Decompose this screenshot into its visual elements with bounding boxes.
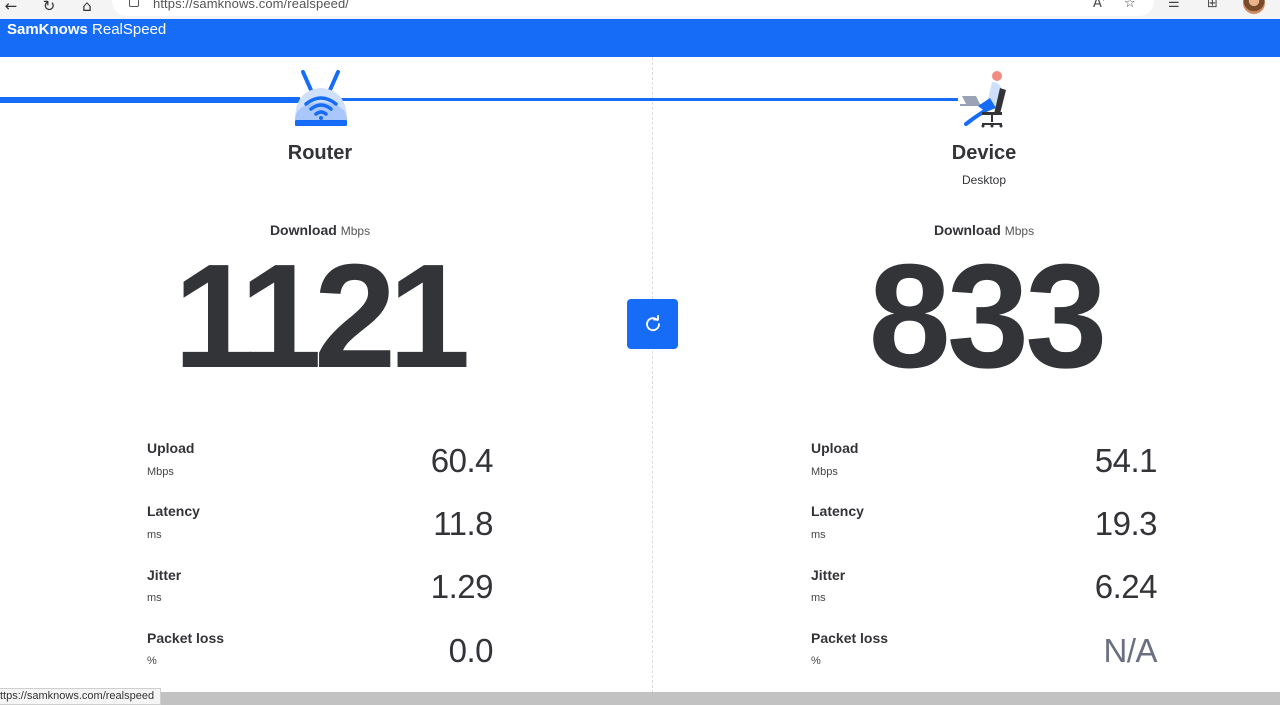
horizontal-scrollbar[interactable] <box>0 692 1280 705</box>
device-latency-label: Latency <box>811 503 864 519</box>
device-upload-label: Upload <box>811 440 859 456</box>
router-jitter-value: 1.29 <box>430 568 494 605</box>
router-latency-value: 11.8 <box>433 505 493 542</box>
brand-logo[interactable]: SamKnows RealSpeed <box>7 21 166 38</box>
router-latency-label: Latency <box>147 503 200 519</box>
rerun-test-button[interactable] <box>627 299 678 349</box>
router-title: Router <box>287 142 353 164</box>
router-jitter-label: Jitter <box>147 567 182 583</box>
device-icon <box>960 71 1006 128</box>
back-icon[interactable]: ← <box>0 0 22 16</box>
read-aloud-icon[interactable]: Aʼ <box>1093 0 1106 11</box>
device-title: Device <box>951 142 1017 164</box>
avatar[interactable] <box>1243 0 1265 14</box>
refresh-icon <box>645 315 660 332</box>
favorites-icon[interactable]: ☆ <box>1124 0 1136 11</box>
device-jitter-label: Jitter <box>811 567 846 583</box>
device-subtitle: Desktop <box>961 173 1007 187</box>
device-packet-loss-label: Packet loss <box>811 630 889 646</box>
device-jitter-value: 6.24 <box>1094 568 1158 605</box>
router-packet-loss-label: Packet loss <box>147 630 225 646</box>
device-latency-value: 19.3 <box>1094 505 1158 542</box>
url-text[interactable]: https://samknows.com/realspeed/ <box>153 0 349 11</box>
router-upload-unit: Mbps <box>147 466 174 478</box>
brand-name-light: RealSpeed <box>92 21 167 38</box>
collections-icon[interactable]: ☰ <box>1168 0 1180 11</box>
reload-icon[interactable]: ↻ <box>38 0 60 16</box>
column-divider <box>652 57 653 693</box>
device-upload-unit: Mbps <box>811 466 838 478</box>
router-download-value: 1121 <box>173 234 470 399</box>
router-jitter-unit: ms <box>147 592 162 604</box>
home-icon[interactable]: ⌂ <box>76 0 98 16</box>
brand-header: SamKnows RealSpeed <box>0 19 1280 57</box>
page-icon <box>129 0 139 7</box>
brand-name-bold: SamKnows <box>7 21 88 38</box>
router-upload-label: Upload <box>147 440 195 456</box>
router-icon <box>295 70 347 126</box>
browser-toolbar: ← ↻ ⌂ https://samknows.com/realspeed/ Aʼ… <box>0 0 1280 19</box>
device-latency-unit: ms <box>811 529 826 541</box>
status-bar-url: ttps://samknows.com/realspeed <box>0 688 162 705</box>
router-latency-unit: ms <box>147 529 162 541</box>
device-jitter-unit: ms <box>811 592 826 604</box>
device-download-value: 833 <box>868 234 1108 399</box>
router-upload-value: 60.4 <box>430 442 494 479</box>
router-packet-loss-value: 0.0 <box>448 632 494 669</box>
add-tab-icon[interactable]: ⊞ <box>1207 0 1218 11</box>
router-packet-loss-unit: % <box>147 655 157 667</box>
device-packet-loss-value: N/A <box>1103 632 1157 669</box>
connection-line-router <box>0 97 300 103</box>
device-upload-value: 54.1 <box>1094 442 1158 479</box>
device-packet-loss-unit: % <box>811 655 821 667</box>
connection-line-device <box>340 98 958 101</box>
